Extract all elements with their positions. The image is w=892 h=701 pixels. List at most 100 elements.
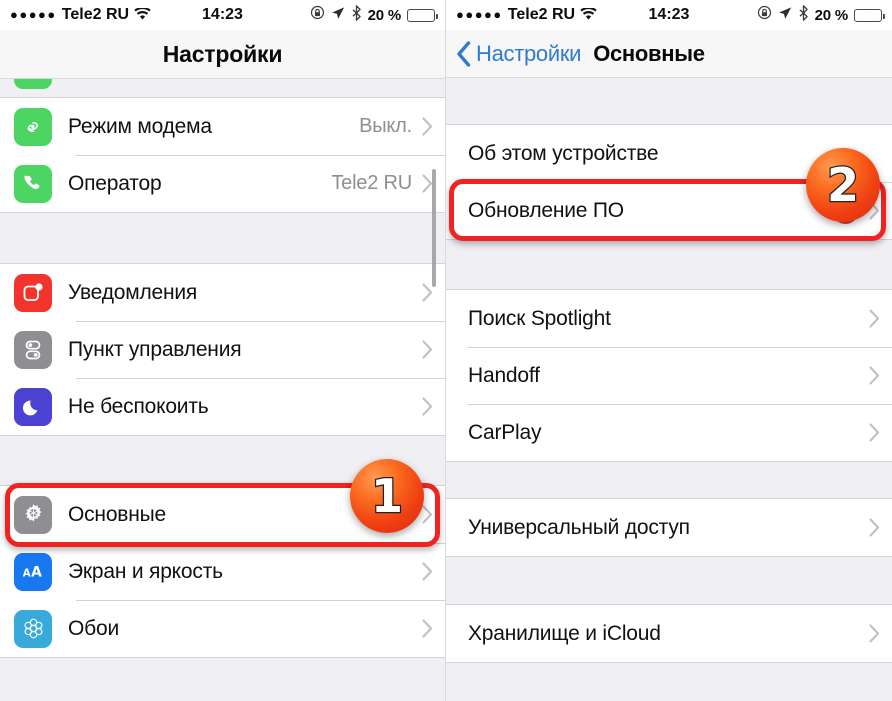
list-item-accessory: Выкл.: [359, 115, 433, 138]
display-brightness-icon: AA: [14, 552, 52, 591]
list-item[interactable]: Поиск Spotlight: [446, 290, 892, 347]
list-item-accessory: Tele2 RU: [331, 172, 433, 195]
status-bar-left-cluster: ●●●●● Tele2 RU: [10, 5, 151, 25]
section-gap: [446, 78, 892, 124]
svg-text:A: A: [23, 568, 31, 579]
chevron-right-icon: [869, 366, 880, 385]
list-item[interactable]: AA Экран и яркость: [0, 543, 445, 600]
status-bar-right-cluster: 20 %: [757, 4, 885, 26]
list-item-label: Экран и яркость: [68, 559, 223, 583]
bluetooth-icon: [798, 4, 809, 26]
left-phone-screen: ●●●●● Tele2 RU 14:23 20 % Настройки Режи…: [0, 0, 446, 701]
chevron-right-icon: [422, 340, 433, 359]
status-bar-right-cluster: 20 %: [310, 4, 438, 26]
list-item-label: Режим модема: [68, 114, 212, 138]
settings-list[interactable]: Режим модема Выкл. Оператор Tele2 RU Уве…: [0, 79, 445, 701]
status-bar-left: ●●●●● Tele2 RU 14:23 20 %: [0, 0, 445, 30]
list-item[interactable]: CarPlay: [446, 404, 892, 461]
list-item-label: Пункт управления: [68, 337, 242, 361]
nav-bar-settings: Настройки: [0, 30, 445, 79]
list-item-label: Обновление ПО: [468, 198, 624, 222]
list-item-accessory: [869, 309, 880, 328]
battery-percent-label: 20 %: [814, 6, 849, 24]
list-item-accessory: [422, 619, 433, 638]
list-group-notifications: Уведомления Пункт управления Не беспокои…: [0, 263, 445, 436]
list-item-value: Tele2 RU: [331, 172, 412, 194]
list-item-label: Уведомления: [68, 280, 198, 304]
list-item[interactable]: Не беспокоить: [0, 378, 445, 435]
list-group-connectivity: Режим модема Выкл. Оператор Tele2 RU: [0, 97, 445, 213]
phone-icon: [14, 164, 52, 203]
list-group-features: Поиск Spotlight Handoff CarPlay: [446, 289, 892, 462]
list-item-accessory: [869, 423, 880, 442]
location-arrow-icon: [778, 5, 792, 25]
back-button-label[interactable]: Настройки: [476, 41, 581, 67]
rotation-lock-icon: [310, 5, 325, 25]
battery-percent-label: 20 %: [367, 6, 402, 24]
carrier-name: Tele2 RU: [61, 6, 130, 23]
section-gap: [446, 557, 892, 604]
scroll-indicator[interactable]: [432, 169, 436, 287]
wifi-icon: [580, 6, 597, 26]
dual-screenshot: ●●●●● Tele2 RU 14:23 20 % Настройки Режи…: [0, 0, 892, 701]
status-bar-left-cluster: ●●●●● Tele2 RU: [456, 5, 597, 25]
battery-icon: [407, 8, 438, 22]
list-item-label: Основные: [68, 502, 167, 526]
chevron-right-icon: [422, 619, 433, 638]
battery-icon: [854, 8, 885, 22]
list-item-label: Handoff: [468, 363, 540, 387]
list-item[interactable]: Режим модема Выкл.: [0, 98, 445, 155]
list-item-accessory: [422, 562, 433, 581]
status-bar-right: ●●●●● Tele2 RU 14:23 20 %: [446, 0, 892, 30]
gear-icon: [14, 495, 52, 534]
signal-strength-icon: ●●●●●: [10, 6, 57, 22]
chevron-right-icon: [422, 562, 433, 581]
carrier-name: Tele2 RU: [507, 6, 576, 23]
control-center-icon: [14, 330, 52, 369]
list-item[interactable]: Уведомления: [0, 264, 445, 321]
step-marker-2: 2: [806, 148, 880, 222]
list-item-value: Выкл.: [359, 115, 412, 137]
back-chevron-icon[interactable]: [456, 40, 472, 67]
list-item-accessory: [422, 340, 433, 359]
list-item-label: Поиск Spotlight: [468, 306, 611, 330]
page-title: Основные: [593, 40, 705, 66]
svg-text:A: A: [31, 564, 42, 580]
list-item-accessory: [422, 397, 433, 416]
list-item-label: Обои: [68, 616, 119, 640]
list-item[interactable]: Пункт управления: [0, 321, 445, 378]
page-title: Настройки: [162, 40, 283, 67]
chevron-right-icon: [869, 309, 880, 328]
section-gap: [446, 462, 892, 498]
location-arrow-icon: [331, 5, 345, 25]
nav-bar-general: Настройки Основные: [446, 30, 892, 78]
rotation-lock-icon: [757, 5, 772, 25]
list-item[interactable]: Обои: [0, 600, 445, 657]
bluetooth-icon: [351, 4, 362, 26]
list-item-label: CarPlay: [468, 420, 542, 444]
list-item-label: Не беспокоить: [68, 394, 209, 418]
chevron-right-icon: [869, 624, 880, 643]
chevron-right-icon: [422, 505, 433, 524]
right-phone-screen: ●●●●● Tele2 RU 14:23 20 % Настройки Осно…: [446, 0, 892, 701]
chevron-right-icon: [869, 423, 880, 442]
list-item-label: Хранилище и iCloud: [468, 621, 661, 645]
clipped-row-icon: [14, 79, 52, 89]
list-item-label: Универсальный доступ: [468, 515, 690, 539]
list-item[interactable]: Универсальный доступ: [446, 499, 892, 556]
chevron-right-icon: [422, 117, 433, 136]
wifi-icon: [134, 6, 151, 26]
chevron-right-icon: [422, 397, 433, 416]
notifications-icon: [14, 273, 52, 312]
wallpaper-icon: [14, 609, 52, 648]
list-item[interactable]: Handoff: [446, 347, 892, 404]
section-gap: [0, 213, 445, 263]
list-item-accessory: [869, 366, 880, 385]
moon-icon: [14, 387, 52, 426]
list-item[interactable]: Оператор Tele2 RU: [0, 155, 445, 212]
list-group-storage: Хранилище и iCloud: [446, 604, 892, 663]
hotspot-icon: [14, 107, 52, 146]
chevron-right-icon: [869, 518, 880, 537]
step-marker-1: 1: [350, 459, 424, 533]
list-item[interactable]: Хранилище и iCloud: [446, 605, 892, 662]
